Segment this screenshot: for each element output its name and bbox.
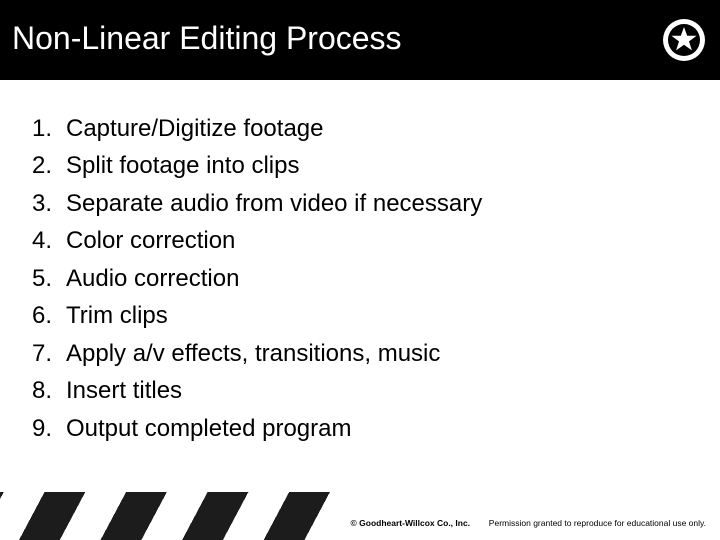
slide-title: Non-Linear Editing Process [12,20,402,57]
list-text: Capture/Digitize footage [66,110,702,147]
list-item: 7. Apply a/v effects, transitions, music [18,335,702,372]
list-number: 8. [18,372,52,409]
list-text: Split footage into clips [66,147,702,184]
list-item: 9. Output completed program [18,410,702,447]
list-item: 6. Trim clips [18,297,702,334]
list-text: Separate audio from video if necessary [66,185,702,222]
slide: Non-Linear Editing Process 1. Capture/Di… [0,0,720,540]
header-bar: Non-Linear Editing Process [0,0,720,80]
list-text: Output completed program [66,410,702,447]
list-text: Trim clips [66,297,702,334]
list-number: 2. [18,147,52,184]
list-item: 8. Insert titles [18,372,702,409]
list-item: 1. Capture/Digitize footage [18,110,702,147]
list-number: 1. [18,110,52,147]
list-item: 5. Audio correction [18,260,702,297]
list-number: 7. [18,335,52,372]
hazard-stripe-icon [0,492,340,540]
list-number: 9. [18,410,52,447]
list-number: 4. [18,222,52,259]
permission-text: Permission granted to reproduce for educ… [489,518,706,528]
list-item: 4. Color correction [18,222,702,259]
copyright-text: © Goodheart-Willcox Co., Inc. [351,518,471,528]
list-number: 5. [18,260,52,297]
list-text: Color correction [66,222,702,259]
list-item: 3. Separate audio from video if necessar… [18,185,702,222]
footer: © Goodheart-Willcox Co., Inc. Permission… [0,492,720,540]
list-item: 2. Split footage into clips [18,147,702,184]
list-text: Insert titles [66,372,702,409]
list-number: 6. [18,297,52,334]
list-number: 3. [18,185,52,222]
list-text: Audio correction [66,260,702,297]
list-body: 1. Capture/Digitize footage 2. Split foo… [18,110,702,447]
list-text: Apply a/v effects, transitions, music [66,335,702,372]
star-badge-icon [662,18,706,62]
copyright-line: © Goodheart-Willcox Co., Inc. Permission… [351,518,706,528]
